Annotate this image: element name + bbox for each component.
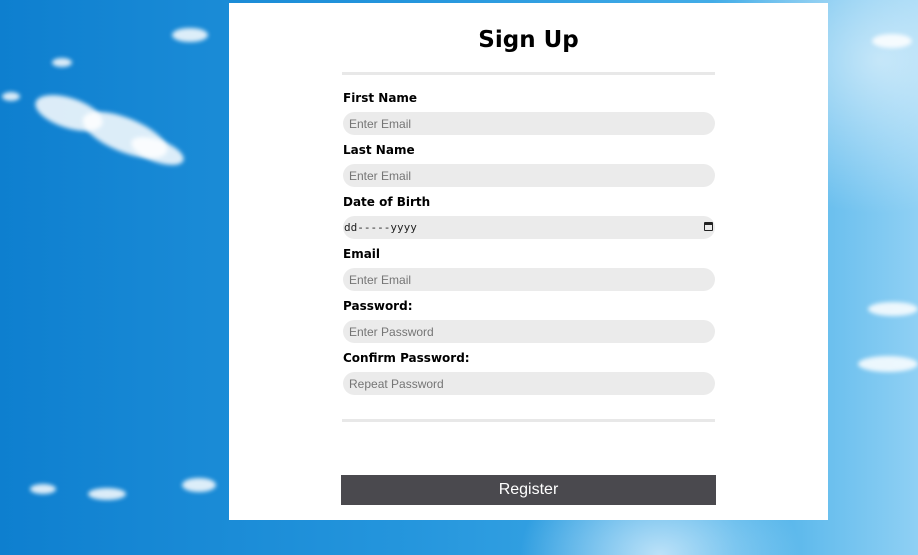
signup-card: Sign Up First Name Last Name Date of Bir… bbox=[229, 3, 828, 520]
cloud bbox=[858, 356, 918, 372]
top-divider bbox=[342, 72, 715, 75]
cloud bbox=[182, 478, 216, 492]
confirm-password-label: Confirm Password: bbox=[343, 351, 470, 365]
date-of-birth-value: dd-----yyyy bbox=[344, 221, 417, 234]
cloud bbox=[872, 34, 912, 48]
cloud bbox=[30, 484, 56, 494]
cloud bbox=[52, 58, 72, 67]
password-input[interactable] bbox=[343, 320, 715, 343]
email-label: Email bbox=[343, 247, 381, 261]
last-name-label: Last Name bbox=[343, 143, 415, 157]
page-title: Sign Up bbox=[478, 27, 579, 53]
bottom-divider bbox=[342, 419, 715, 422]
first-name-input[interactable] bbox=[343, 112, 715, 135]
password-label: Password: bbox=[343, 299, 413, 313]
date-of-birth-label: Date of Birth bbox=[343, 195, 431, 209]
register-button[interactable]: Register bbox=[341, 475, 716, 505]
cloud bbox=[868, 302, 918, 316]
first-name-label: First Name bbox=[343, 91, 418, 105]
confirm-password-input[interactable] bbox=[343, 372, 715, 395]
date-of-birth-input[interactable]: dd-----yyyy bbox=[343, 216, 715, 239]
cloud bbox=[2, 92, 20, 101]
cloud bbox=[172, 28, 208, 42]
email-input[interactable] bbox=[343, 268, 715, 291]
cloud bbox=[88, 488, 126, 500]
calendar-icon[interactable] bbox=[704, 222, 713, 231]
last-name-input[interactable] bbox=[343, 164, 715, 187]
